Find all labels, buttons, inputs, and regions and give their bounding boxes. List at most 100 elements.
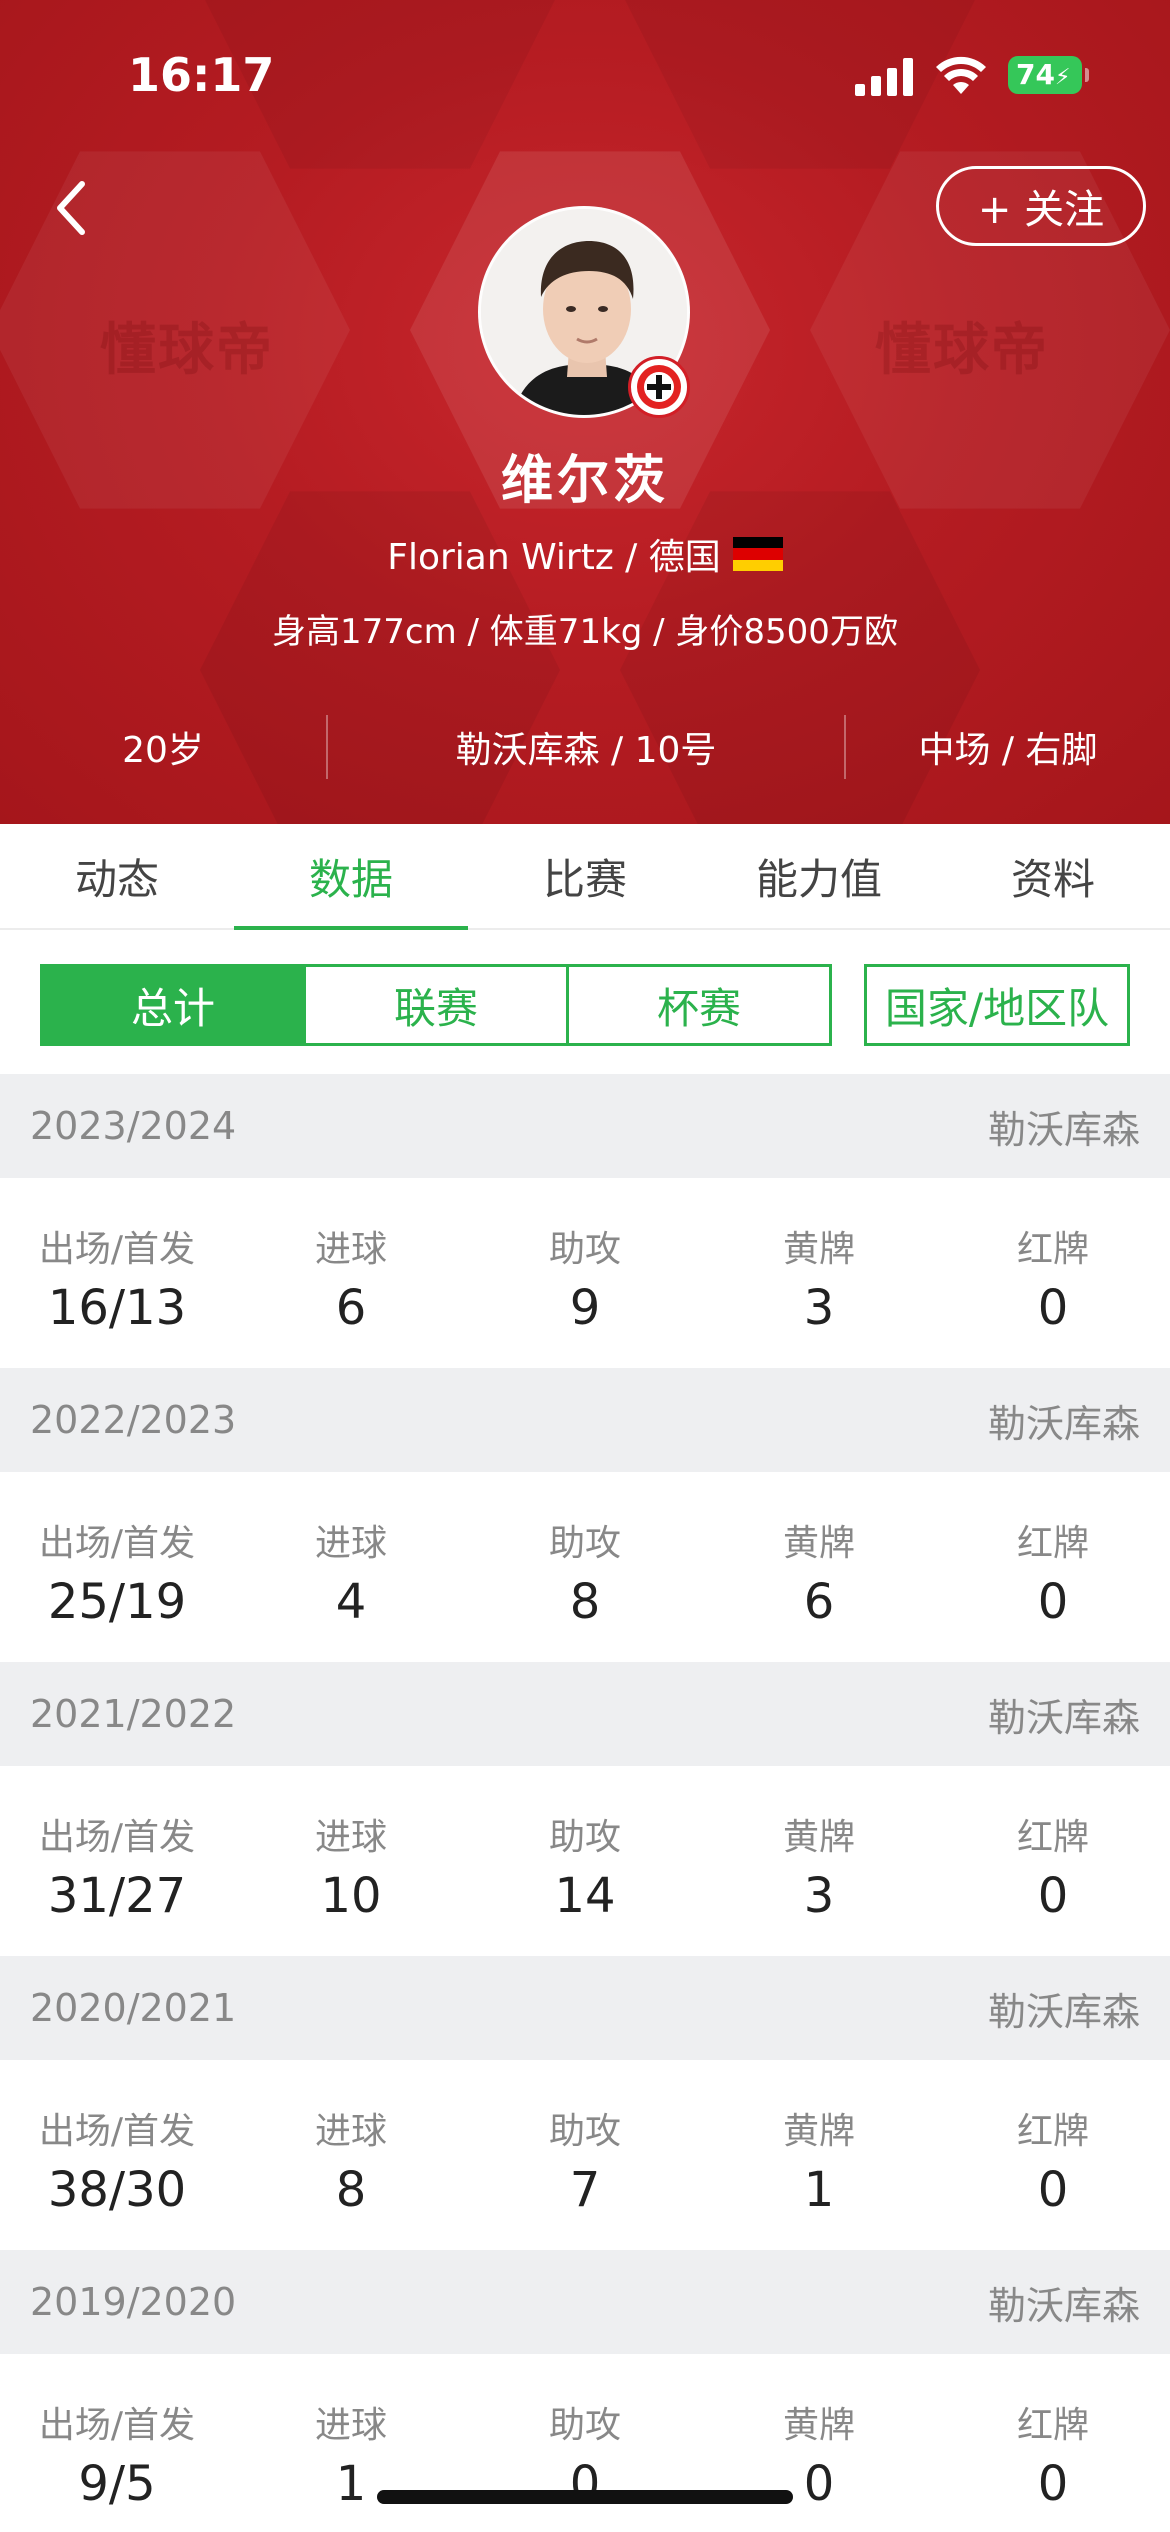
stat-label: 红牌 [1016, 1229, 1089, 1270]
season-header: 2021/2022 勒沃库森 [0, 1662, 1170, 1766]
stat-label: 红牌 [1016, 1817, 1089, 1858]
season-header: 2022/2023 勒沃库森 [0, 1368, 1170, 1472]
season-club: 勒沃库森 [987, 1107, 1140, 1152]
season-club: 勒沃库森 [987, 1401, 1140, 1446]
competition-filter: 总计 联赛 杯赛 国家/地区队 [40, 964, 1130, 1046]
stat-label: 进球 [314, 1817, 387, 1858]
stat-red: 红牌 0 [936, 2060, 1170, 2250]
stat-label: 进球 [314, 1523, 387, 1564]
tab-profile[interactable]: 资料 [936, 824, 1170, 928]
stat-label: 黄牌 [782, 1817, 855, 1858]
germany-flag-icon [732, 537, 783, 571]
stat-value: 0 [1037, 2456, 1069, 2512]
stat-apps: 出场/首发 9/5 [0, 2354, 234, 2532]
season-year: 2023/2024 [30, 1104, 237, 1148]
filter-total[interactable]: 总计 [43, 967, 303, 1043]
stat-value: 31/27 [47, 1868, 187, 1924]
season-header: 2023/2024 勒沃库森 [0, 1074, 1170, 1178]
stat-value: 6 [803, 1574, 835, 1630]
stat-label: 出场/首发 [38, 1523, 196, 1564]
stat-label: 助攻 [548, 2111, 621, 2152]
season-year: 2021/2022 [30, 1692, 237, 1736]
stat-value: 8 [335, 2162, 367, 2218]
stat-value: 0 [1037, 2162, 1069, 2218]
stat-value: 25/19 [47, 1574, 187, 1630]
stat-value: 8 [569, 1574, 601, 1630]
stat-goals: 进球 1 [234, 2354, 468, 2532]
season-year: 2019/2020 [30, 2280, 237, 2324]
cellular-signal-icon [855, 58, 915, 96]
stat-label: 黄牌 [782, 1229, 855, 1270]
season-club: 勒沃库森 [987, 2283, 1140, 2328]
season-club: 勒沃库森 [987, 1989, 1140, 2034]
stat-assists: 助攻 0 [468, 2354, 702, 2532]
stat-value: 3 [803, 1868, 835, 1924]
stat-label: 出场/首发 [38, 1817, 196, 1858]
stat-apps: 出场/首发 31/27 [0, 1766, 234, 1956]
player-subtitle: Florian Wirtz / 德国 [0, 528, 1170, 580]
player-age: 20岁 [122, 730, 204, 771]
stat-label: 进球 [314, 1229, 387, 1270]
stat-assists: 助攻 14 [468, 1766, 702, 1956]
player-header: 懂球帝 懂球帝 16:17 74⚡ + 关注 维尔茨 Florian Wirtz… [0, 0, 1170, 824]
filter-national-team[interactable]: 国家/地区队 [864, 964, 1130, 1046]
player-body-info: 身高177cm / 体重71kg / 身价8500万欧 [272, 612, 898, 652]
stat-label: 进球 [314, 2111, 387, 2152]
season-stats-list: 2023/2024 勒沃库森 出场/首发 16/13 进球 6 助攻 9 黄牌 3 红牌 0 2022/… [0, 1074, 1170, 2532]
tab-ability[interactable]: 能力值 [702, 824, 936, 928]
stat-red: 红牌 0 [936, 1472, 1170, 1662]
english-name-country: Florian Wirtz / 德国 [387, 537, 721, 578]
stat-value: 14 [554, 1868, 616, 1924]
stat-assists: 助攻 9 [468, 1178, 702, 1368]
season-club: 勒沃库森 [987, 1695, 1140, 1740]
stat-red: 红牌 0 [936, 1178, 1170, 1368]
stat-value: 16/13 [47, 1280, 187, 1336]
stat-red: 红牌 0 [936, 2354, 1170, 2532]
stat-yellow: 黄牌 6 [702, 1472, 936, 1662]
segmented-control: 总计 联赛 杯赛 [40, 964, 832, 1046]
stat-value: 1 [803, 2162, 835, 2218]
filter-league[interactable]: 联赛 [303, 967, 566, 1043]
follow-button[interactable]: + 关注 [936, 166, 1146, 246]
stat-label: 红牌 [1016, 2111, 1089, 2152]
stat-label: 助攻 [548, 2405, 621, 2446]
filter-cup[interactable]: 杯赛 [566, 967, 829, 1043]
stat-label: 助攻 [548, 1523, 621, 1564]
stat-label: 黄牌 [782, 2111, 855, 2152]
stat-value: 3 [803, 1280, 835, 1336]
stat-apps: 出场/首发 25/19 [0, 1472, 234, 1662]
battery-icon: 74⚡ [1008, 56, 1089, 94]
season-stats-row: 出场/首发 16/13 进球 6 助攻 9 黄牌 3 红牌 0 [0, 1178, 1170, 1368]
stat-label: 出场/首发 [38, 2111, 196, 2152]
player-club-number: 勒沃库森 / 10号 [455, 730, 717, 771]
tab-news[interactable]: 动态 [0, 824, 234, 928]
stat-yellow: 黄牌 3 [702, 1766, 936, 1956]
wifi-icon [936, 56, 986, 94]
player-name: 维尔茨 [500, 451, 669, 511]
player-position-foot: 中场 / 右脚 [918, 730, 1098, 771]
stat-yellow: 黄牌 3 [702, 1178, 936, 1368]
season-stats-row: 出场/首发 9/5 进球 1 助攻 0 黄牌 0 红牌 0 [0, 2354, 1170, 2532]
stat-goals: 进球 8 [234, 2060, 468, 2250]
stat-value: 9/5 [78, 2456, 156, 2512]
stat-label: 红牌 [1016, 2405, 1089, 2446]
home-indicator [377, 2490, 793, 2504]
stat-value: 6 [335, 1280, 367, 1336]
status-time: 16:17 [128, 48, 275, 102]
tab-data[interactable]: 数据 [234, 824, 468, 930]
stat-yellow: 黄牌 0 [702, 2354, 936, 2532]
stat-apps: 出场/首发 38/30 [0, 2060, 234, 2250]
stat-yellow: 黄牌 1 [702, 2060, 936, 2250]
stat-value: 4 [335, 1574, 367, 1630]
stat-apps: 出场/首发 16/13 [0, 1178, 234, 1368]
season-stats-row: 出场/首发 31/27 进球 10 助攻 14 黄牌 3 红牌 0 [0, 1766, 1170, 1956]
tab-matches[interactable]: 比赛 [468, 824, 702, 928]
stat-value: 10 [320, 1868, 382, 1924]
season-year: 2020/2021 [30, 1986, 237, 2030]
stat-label: 助攻 [548, 1817, 621, 1858]
back-arrow-icon[interactable] [52, 178, 92, 238]
tab-bar: 动态 数据 比赛 能力值 资料 [0, 824, 1170, 930]
stat-label: 黄牌 [782, 2405, 855, 2446]
season-header: 2019/2020 勒沃库森 [0, 2250, 1170, 2354]
stat-goals: 进球 4 [234, 1472, 468, 1662]
